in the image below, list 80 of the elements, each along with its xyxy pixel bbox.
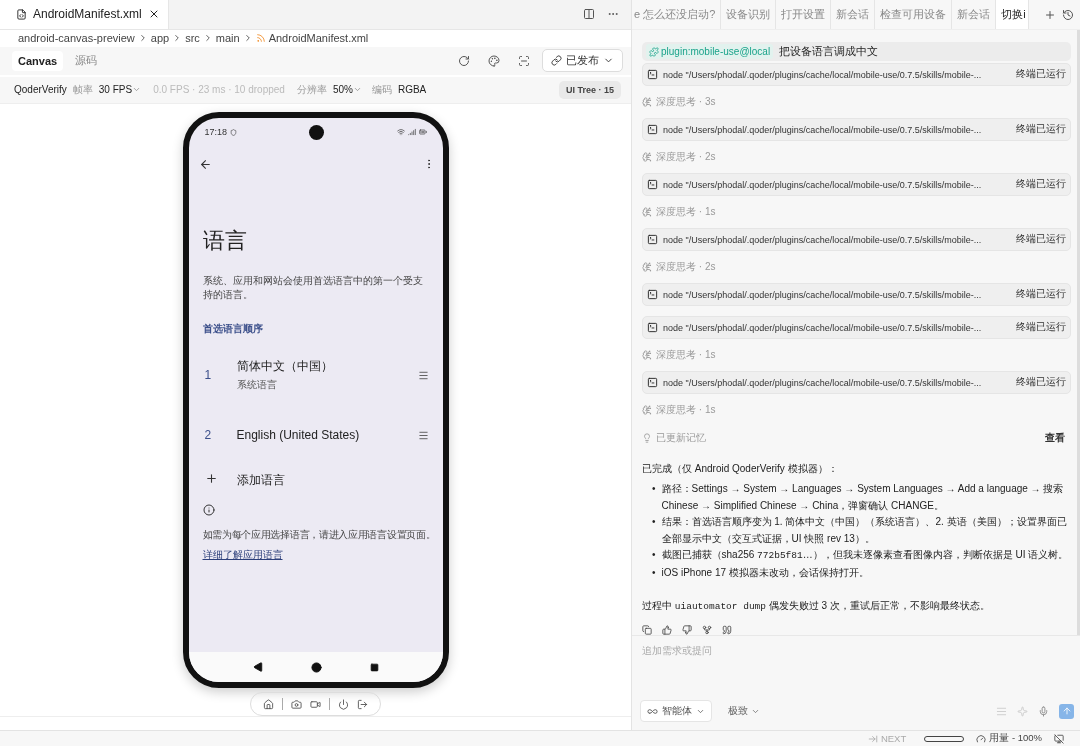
chat-tab[interactable]: 打开设置 [776,0,832,29]
command-text: node "/Users/phodal/.qoder/plugins/cache/local/mobile-use/0.7.5/skills/mobile-... [663,322,983,333]
command-text: node "/Users/phodal/.qoder/plugins/cache/local/mobile-use/0.7.5/skills/mobile-... [663,289,983,300]
command-text: node "/Users/phodal/.qoder/plugins/cache/local/mobile-use/0.7.5/skills/mobile-... [663,69,983,80]
bullet-marker: • [652,515,656,529]
command-status: 终端已运行 [1016,321,1066,334]
language-name[interactable]: 简体中文（中国） [236,358,418,376]
answer-bullet: iOS iPhone 17 模拟器未改动，会话保持打开。 [661,565,870,580]
encoding-label: 编码 [371,82,392,97]
command-text: node "/Users/phodal/.qoder/plugins/cache/local/mobile-use/0.7.5/skills/mobile-... [663,234,983,245]
command-card[interactable]: node "/Users/phodal/.qoder/plugins/cache/local/mobile-use/0.7.5/skills/mobile-... 终端已运行 [642,63,1071,86]
resolution-label: 分辨率 [296,82,327,97]
command-status: 终端已运行 [1016,123,1066,136]
mode-dropdown[interactable]: 智能体 [640,700,712,722]
publish-button[interactable]: 已发布 [542,49,623,73]
language-subtitle: 系统语言 [236,378,278,393]
prompt-text: 把设备语言调成中文 [779,44,879,59]
thinking-text: 深度思考 · 2s [656,150,716,164]
thinking-text: 深度思考 · 1s [656,348,716,362]
resolution-dropdown[interactable]: 50% [332,84,362,96]
breadcrumb-item[interactable]: AndroidManifest.xml [268,32,369,45]
command-status: 终端已运行 [1016,233,1066,246]
answer-bullet: 结果：首选语言顺序变为 1. 简体中文（中国）（系统语言）、2. 英语（美国）；设置界面已全部显示中文（交互式证据，UI 快照 rev 13）。 [661,515,1068,546]
breadcrumb-item[interactable]: app [150,32,170,45]
add-language-button[interactable]: 添加语言 [236,471,285,489]
language-name[interactable]: English (United States) [236,428,418,443]
command-text: node "/Users/phodal/.qoder/plugins/cache/local/mobile-use/0.7.5/skills/mobile-... [663,124,983,135]
fps-dropdown[interactable]: 30 FPS [98,84,142,96]
command-status: 终端已运行 [1016,288,1066,301]
chat-tab[interactable]: 新会话 [831,0,876,29]
chat-tab[interactable]: e 怎么还没启动? [632,0,722,29]
command-text: node "/Users/phodal/.qoder/plugins/cache/local/mobile-use/0.7.5/skills/mobile-... [663,377,983,388]
chat-tab[interactable]: 检查可用设备 [875,0,953,29]
view-tab[interactable]: 源码 [69,49,104,73]
memory-text: 已更新记忆 [656,431,706,445]
thinking-text: 深度思考 · 2s [656,260,716,274]
plugin-tag: plugin:mobile-use@local [646,44,774,59]
answer-bullet: 截图已捕获（sha256 772b5f81…），但我未逐像素查看图像内容，判断依据是 UI 语义树。 [661,548,1070,563]
command-card[interactable]: node "/Users/phodal/.qoder/plugins/cache/local/mobile-use/0.7.5/skills/mobile-... 终端已运行 [642,228,1071,251]
chat-tab[interactable]: 切换i [996,0,1029,29]
thinking-text: 深度思考 · 1s [656,205,716,219]
command-text: node "/Users/phodal/.qoder/plugins/cache/local/mobile-use/0.7.5/skills/mobile-... [663,179,983,190]
breadcrumb-item[interactable]: android-canvas-preview [18,32,135,45]
view-button[interactable]: 查看 [1039,430,1071,446]
command-card[interactable]: node "/Users/phodal/.qoder/plugins/cache/local/mobile-use/0.7.5/skills/mobile-... 终端已运行 [642,316,1071,339]
editor-tab[interactable]: AndroidManifest.xml [0,0,169,29]
answer-bullet: 路径：Settings → System → Languages → System Languages → Add a language → 搜索 Chinese → Simplified Chinese → China，弹窗确认 CHANGE。 [661,482,1065,513]
usage-indicator: 用量 - 100% [989,732,1042,745]
device-name: QoderVerify [14,84,67,96]
command-card[interactable]: node "/Users/phodal/.qoder/plugins/cache/local/mobile-use/0.7.5/skills/mobile-... 终端已运行 [642,118,1071,141]
ui-tree-button[interactable]: UI Tree · 15 [558,80,621,99]
status-time: 17:18 [204,127,228,138]
command-card[interactable]: node "/Users/phodal/.qoder/plugins/cache/local/mobile-use/0.7.5/skills/mobile-... 终端已运行 [642,283,1071,306]
bullet-marker: • [652,548,656,562]
message-input[interactable]: 追加需求或提问 [640,644,1074,657]
command-status: 终端已运行 [1016,376,1066,389]
command-card[interactable]: node "/Users/phodal/.qoder/plugins/cache/local/mobile-use/0.7.5/skills/mobile-... 终端已运行 [642,173,1071,196]
encoding-value: RGBA [397,84,427,96]
language-index: 1 [203,368,213,383]
page-title: 语言 [202,227,248,256]
thinking-text: 深度思考 · 1s [656,403,716,417]
language-index: 2 [203,428,213,443]
answer-intro: 已完成（仅 Android QoderVerify 模拟器）： [642,462,839,476]
level-dropdown[interactable]: 极致 [722,703,766,719]
page-description: 系统、应用和网站会使用首选语言中的第一个受支持的语言。 [202,274,424,303]
chat-tab[interactable]: 设备识别 [721,0,777,29]
breadcrumb-item[interactable]: src [185,32,200,45]
view-tab[interactable]: Canvas [12,50,64,71]
bullet-marker: • [652,565,656,580]
info-text: 如需为每个应用选择语言，请进入应用语言设置页面。 [202,528,429,543]
command-card[interactable]: node "/Users/phodal/.qoder/plugins/cache/local/mobile-use/0.7.5/skills/mobile-... 终端已运行 [642,371,1071,394]
breadcrumb-item[interactable]: main [215,32,240,45]
command-status: 终端已运行 [1016,178,1066,191]
thinking-text: 深度思考 · 3s [656,95,716,109]
learn-more-link[interactable]: 详细了解应用语言 [202,548,429,563]
fps-label: 帧率 [72,82,93,97]
answer-footer: 过程中 uiautomator dump 偶发失败过 3 次，重试后正常，不影响最终状态。 [642,597,1071,615]
section-title: 首选语言顺序 [202,322,264,337]
bullet-marker: • [652,482,656,496]
command-status: 终端已运行 [1016,68,1066,81]
